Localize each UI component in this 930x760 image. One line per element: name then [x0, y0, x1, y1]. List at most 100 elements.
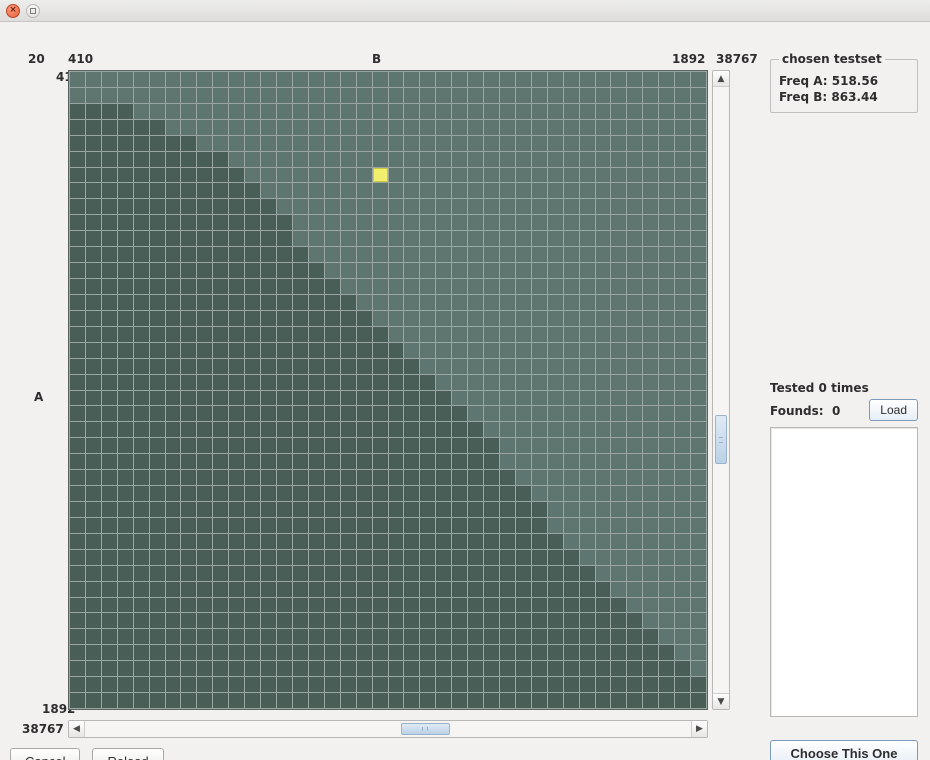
heatmap-cell[interactable]	[691, 645, 706, 660]
heatmap-cell[interactable]	[596, 279, 611, 294]
heatmap-cell[interactable]	[150, 677, 165, 692]
heatmap-cell[interactable]	[293, 263, 308, 278]
heatmap-cell[interactable]	[611, 693, 626, 708]
heatmap-cell[interactable]	[643, 693, 658, 708]
heatmap-cell[interactable]	[325, 470, 340, 485]
heatmap-cell[interactable]	[452, 598, 467, 613]
heatmap-cell[interactable]	[516, 677, 531, 692]
heatmap-cell[interactable]	[436, 343, 451, 358]
heatmap-cell[interactable]	[245, 518, 260, 533]
heatmap-cell[interactable]	[70, 231, 85, 246]
heatmap-cell[interactable]	[277, 502, 292, 517]
heatmap-cell[interactable]	[596, 231, 611, 246]
heatmap-cell[interactable]	[229, 199, 244, 214]
heatmap-cell[interactable]	[118, 199, 133, 214]
heatmap-cell[interactable]	[691, 327, 706, 342]
heatmap-cell[interactable]	[596, 629, 611, 644]
heatmap-cell[interactable]	[452, 550, 467, 565]
heatmap-cell[interactable]	[150, 582, 165, 597]
heatmap-cell[interactable]	[659, 311, 674, 326]
heatmap-cell[interactable]	[596, 406, 611, 421]
heatmap-cell[interactable]	[436, 582, 451, 597]
heatmap-cell[interactable]	[659, 661, 674, 676]
heatmap-cell[interactable]	[181, 582, 196, 597]
heatmap-cell[interactable]	[309, 104, 324, 119]
heatmap-cell[interactable]	[468, 486, 483, 501]
heatmap-cell[interactable]	[420, 72, 435, 87]
heatmap-cell[interactable]	[627, 582, 642, 597]
heatmap-cell[interactable]	[277, 199, 292, 214]
heatmap-cell[interactable]	[484, 104, 499, 119]
heatmap-cell[interactable]	[229, 279, 244, 294]
heatmap-cell[interactable]	[245, 550, 260, 565]
heatmap-cell[interactable]	[373, 518, 388, 533]
heatmap-cell[interactable]	[420, 502, 435, 517]
heatmap-cell[interactable]	[277, 72, 292, 87]
heatmap-cell[interactable]	[134, 279, 149, 294]
heatmap-cell[interactable]	[548, 422, 563, 437]
heatmap-cell[interactable]	[309, 454, 324, 469]
heatmap-cell[interactable]	[627, 375, 642, 390]
heatmap-cell[interactable]	[420, 375, 435, 390]
heatmap-cell[interactable]	[277, 375, 292, 390]
heatmap-cell[interactable]	[564, 279, 579, 294]
heatmap-cell[interactable]	[309, 645, 324, 660]
heatmap-cell[interactable]	[293, 582, 308, 597]
heatmap-cell[interactable]	[516, 247, 531, 262]
heatmap-cell[interactable]	[580, 359, 595, 374]
heatmap-cell[interactable]	[197, 231, 212, 246]
heatmap-cell[interactable]	[404, 295, 419, 310]
heatmap-cell[interactable]	[86, 311, 101, 326]
heatmap-cell[interactable]	[643, 136, 658, 151]
heatmap-cell[interactable]	[404, 693, 419, 708]
heatmap-cell[interactable]	[325, 661, 340, 676]
heatmap-cell[interactable]	[548, 582, 563, 597]
heatmap-cell[interactable]	[181, 502, 196, 517]
heatmap-cell[interactable]	[229, 518, 244, 533]
heatmap-cell[interactable]	[500, 438, 515, 453]
heatmap-cell[interactable]	[420, 199, 435, 214]
heatmap-cell[interactable]	[86, 470, 101, 485]
heatmap-cell[interactable]	[181, 199, 196, 214]
heatmap-cell[interactable]	[325, 359, 340, 374]
heatmap-cell[interactable]	[564, 247, 579, 262]
heatmap-cell[interactable]	[596, 183, 611, 198]
heatmap-cell[interactable]	[150, 566, 165, 581]
heatmap-cell[interactable]	[404, 613, 419, 628]
heatmap-cell[interactable]	[500, 359, 515, 374]
heatmap-cell[interactable]	[245, 661, 260, 676]
heatmap-cell[interactable]	[420, 550, 435, 565]
heatmap-cell[interactable]	[102, 534, 117, 549]
heatmap-cell[interactable]	[468, 199, 483, 214]
scroll-right-icon[interactable]: ▶	[691, 721, 707, 737]
heatmap-cell[interactable]	[181, 215, 196, 230]
heatmap-cell[interactable]	[643, 375, 658, 390]
heatmap-cell[interactable]	[341, 550, 356, 565]
heatmap-cell[interactable]	[373, 215, 388, 230]
heatmap-cell[interactable]	[341, 263, 356, 278]
heatmap-cell[interactable]	[309, 598, 324, 613]
heatmap-cell[interactable]	[643, 613, 658, 628]
heatmap-cell[interactable]	[611, 183, 626, 198]
heatmap-cell[interactable]	[468, 582, 483, 597]
heatmap-cell[interactable]	[580, 104, 595, 119]
heatmap-cell[interactable]	[627, 104, 642, 119]
heatmap-cell[interactable]	[118, 454, 133, 469]
heatmap-cell[interactable]	[166, 168, 181, 183]
heatmap-cell[interactable]	[675, 566, 690, 581]
heatmap-cell[interactable]	[341, 247, 356, 262]
heatmap-cell[interactable]	[627, 247, 642, 262]
heatmap-cell[interactable]	[102, 168, 117, 183]
heatmap-cell[interactable]	[293, 295, 308, 310]
heatmap-cell[interactable]	[309, 168, 324, 183]
heatmap-cell[interactable]	[213, 438, 228, 453]
heatmap-cell[interactable]	[277, 136, 292, 151]
heatmap-cell[interactable]	[197, 168, 212, 183]
heatmap-cell[interactable]	[229, 438, 244, 453]
heatmap-cell[interactable]	[436, 152, 451, 167]
heatmap-cell[interactable]	[181, 120, 196, 135]
heatmap-cell[interactable]	[341, 231, 356, 246]
heatmap-cell[interactable]	[389, 677, 404, 692]
heatmap-cell[interactable]	[420, 247, 435, 262]
heatmap-cell[interactable]	[580, 88, 595, 103]
